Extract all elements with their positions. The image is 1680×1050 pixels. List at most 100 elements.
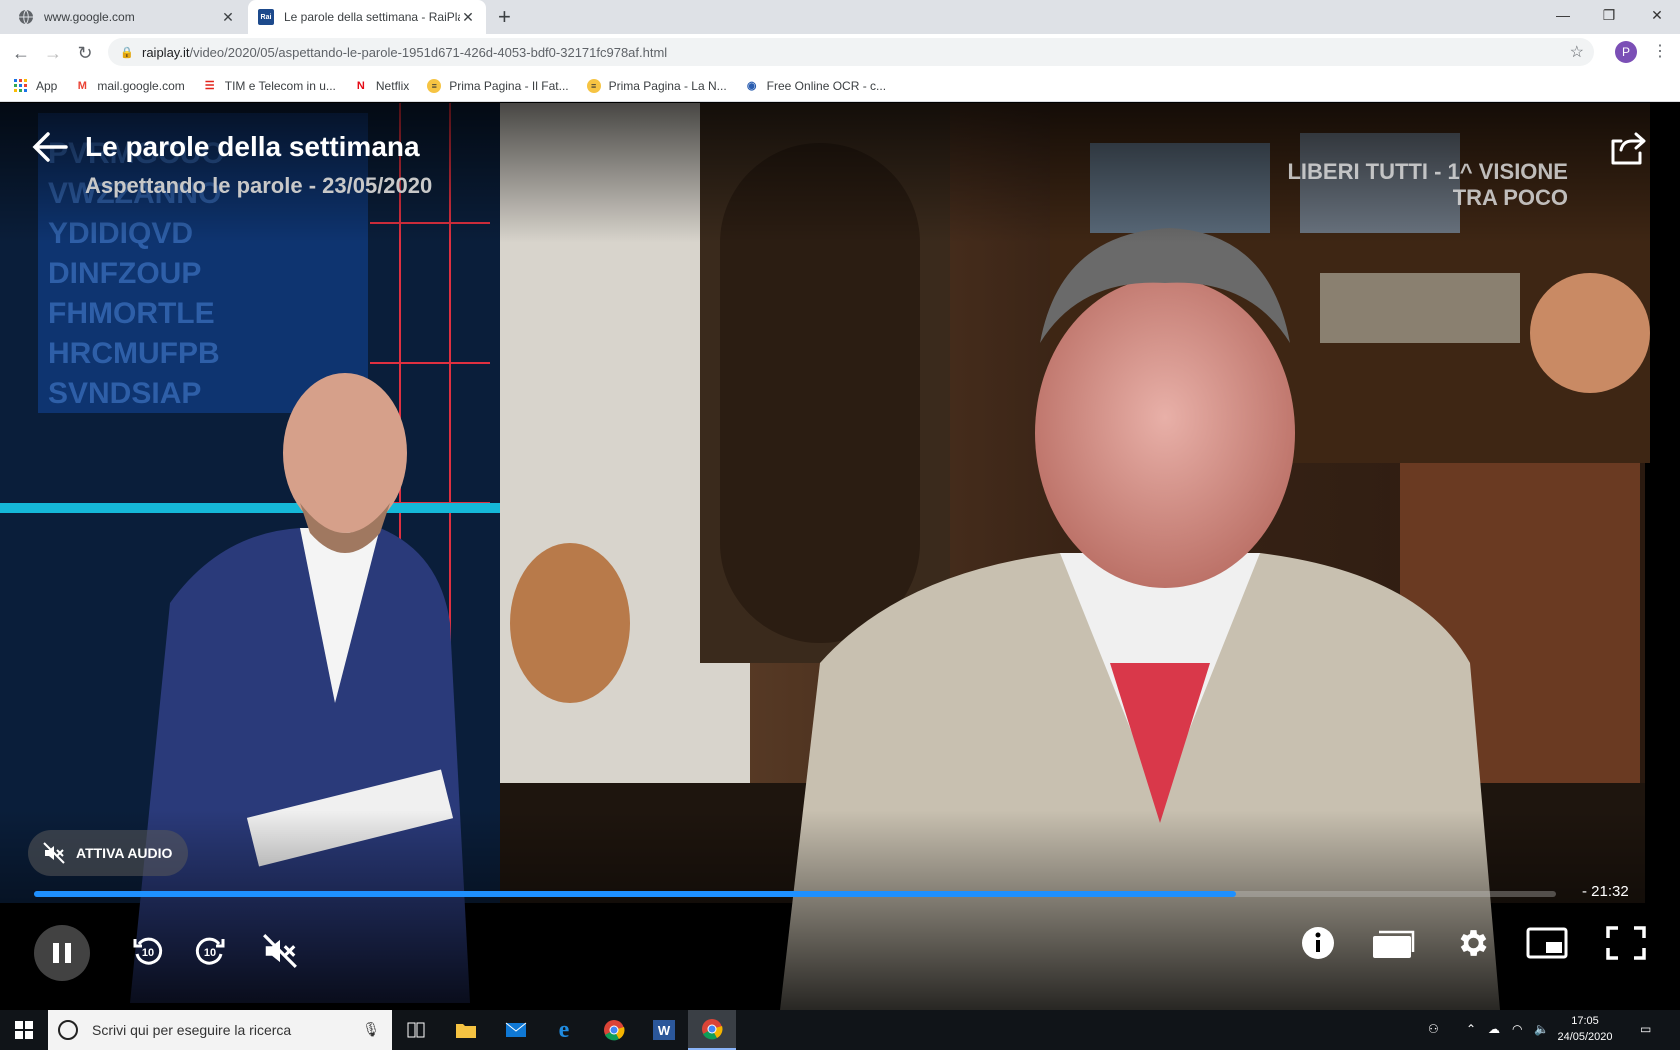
edge-icon: e [558,1016,570,1043]
muted-speaker-icon [263,934,297,968]
edge-button[interactable]: e [540,1010,588,1050]
bookmark-app[interactable]: App [14,78,58,93]
bookmark-label: Prima Pagina - Il Fat... [449,78,569,93]
video-player[interactable]: PVRMGCUOVWZZANNOYDIDIQVD DINFZOUPFHMORTL… [0,103,1680,1010]
progress-fill [34,891,1237,897]
chrome-icon [604,1020,625,1041]
episodes-button[interactable] [1370,923,1418,963]
video-subtitle: Aspettando le parole - 23/05/2020 [85,173,433,198]
bookmark-gmail[interactable]: M mail.google.com [75,79,185,93]
forward-10-button[interactable]: 10 [188,929,232,973]
bookmark-label: Prima Pagina - La N... [608,78,727,93]
word-button[interactable]: W [640,1010,688,1050]
broadcast-overlay: LIBERI TUTTI - 1^ VISIONE TRA POCO [1287,159,1568,211]
bookmark-label: TIM e Telecom in u... [224,78,336,93]
people-icon[interactable]: ⚇ [1428,1022,1439,1036]
bookmark-ocr[interactable]: ◉ Free Online OCR - c... [745,79,886,93]
address-bar[interactable]: 🔒 raiplay.it/video/2020/05/aspettando-le… [108,38,1594,66]
svg-text:SVNDSIAP: SVNDSIAP [48,377,201,410]
chrome-button[interactable] [590,1010,638,1050]
system-clock[interactable]: 17:05 24/05/2020 [1550,1013,1620,1045]
clock-date: 24/05/2020 [1557,1031,1613,1043]
svg-text:DINFZOUP: DINFZOUP [48,257,201,290]
bookmark-star-icon[interactable]: ☆ [1570,42,1584,62]
new-tab-button[interactable]: + [498,6,511,28]
forward-icon[interactable]: → [40,40,66,66]
gmail-icon: M [77,79,87,92]
search-placeholder: Scrivi qui per eseguire la ricerca [92,1022,292,1038]
bottom-gradient [0,810,1680,1010]
clock-time: 17:05 [1571,1015,1599,1027]
onedrive-icon[interactable]: ☁ [1488,1022,1500,1036]
notifications-icon[interactable]: ▭ [1640,1022,1651,1036]
close-window-icon[interactable]: ✕ [1634,0,1680,30]
start-button[interactable] [0,1010,48,1050]
url-host: raiplay.it [142,44,190,60]
chrome-icon [702,1019,723,1040]
bookmarks-bar: App M mail.google.com ☰ TIM e Telecom in… [0,70,1680,102]
profile-avatar[interactable]: P [1615,41,1637,63]
newspaper-icon: ≡ [586,78,601,93]
muted-speaker-icon [43,842,65,864]
bookmark-label: App [36,78,58,93]
info-button[interactable] [1298,923,1338,963]
menu-icon[interactable]: ⋮ [1652,41,1668,61]
reload-icon[interactable]: ↻ [72,40,98,66]
mute-toggle-button[interactable] [256,927,304,975]
rewind-10-button[interactable]: 10 [126,929,170,973]
volume-icon[interactable]: 🔈 [1534,1022,1549,1036]
overlay-line: TRA POCO [1452,185,1568,210]
close-tab-icon[interactable]: ✕ [460,9,476,26]
windows-logo-icon [15,1021,33,1039]
apps-grid-icon [14,78,28,93]
pause-button[interactable] [34,925,90,981]
tab-raiplay[interactable]: Rai Le parole della settimana - RaiPla ✕ [248,0,486,34]
cortana-icon [58,1020,78,1040]
bookmark-label: Free Online OCR - c... [766,78,887,93]
rai-icon: Rai [258,9,274,25]
show-hidden-icons[interactable]: ⌃ [1466,1022,1476,1036]
microphone-icon[interactable]: 🎙 [362,1021,380,1038]
forward-10-icon: 10 [195,937,225,965]
task-view-icon [407,1022,425,1038]
task-view-button[interactable] [392,1010,440,1050]
tab-title: www.google.com [44,10,135,24]
bookmark-label: Netflix [375,78,410,93]
tab-strip: www.google.com ✕ Rai Le parole della set… [0,0,1680,34]
picture-in-picture-button[interactable] [1524,923,1570,963]
fullscreen-button[interactable] [1604,923,1648,963]
svg-text:10: 10 [142,947,154,959]
enable-audio-button[interactable]: ATTIVA AUDIO [28,830,189,876]
bookmark-nazione[interactable]: ≡ Prima Pagina - La N... [586,78,727,93]
share-icon[interactable] [1610,131,1646,167]
restore-icon[interactable]: ❐ [1586,0,1632,30]
taskbar-search[interactable]: Scrivi qui per eseguire la ricerca 🎙 [48,1010,392,1050]
back-arrow-icon[interactable] [32,129,68,165]
info-icon [1302,927,1334,959]
bookmark-netflix[interactable]: N Netflix [354,79,409,93]
word-icon: W [653,1020,675,1040]
netflix-icon: N [356,79,365,92]
lock-icon: 🔒 [120,47,134,59]
chrome-active-button[interactable] [688,1010,736,1050]
minimize-icon[interactable]: — [1540,0,1586,30]
ocr-icon: ◉ [746,80,757,92]
back-icon[interactable]: ← [8,40,34,66]
progress-bar[interactable] [34,891,1556,897]
network-icon[interactable]: ◠ [1512,1022,1522,1036]
folder-icon [456,1024,476,1038]
file-explorer-button[interactable] [442,1010,490,1050]
tab-google[interactable]: www.google.com ✕ [8,0,246,34]
mail-icon [505,1022,527,1037]
gear-icon [1460,930,1487,956]
settings-button[interactable] [1452,923,1492,963]
overlay-line: LIBERI TUTTI - 1^ VISIONE [1287,159,1568,184]
bookmark-tim[interactable]: ☰ TIM e Telecom in u... [203,79,336,93]
url-path: /video/2020/05/aspettando-le-parole-1951… [189,44,668,60]
svg-text:HRCMUFPB: HRCMUFPB [48,337,220,370]
bookmark-fatto[interactable]: ≡ Prima Pagina - Il Fat... [427,78,569,93]
close-tab-icon[interactable]: ✕ [220,9,236,26]
svg-text:10: 10 [204,947,216,959]
rewind-10-icon: 10 [133,937,163,965]
mail-button[interactable] [492,1010,540,1050]
